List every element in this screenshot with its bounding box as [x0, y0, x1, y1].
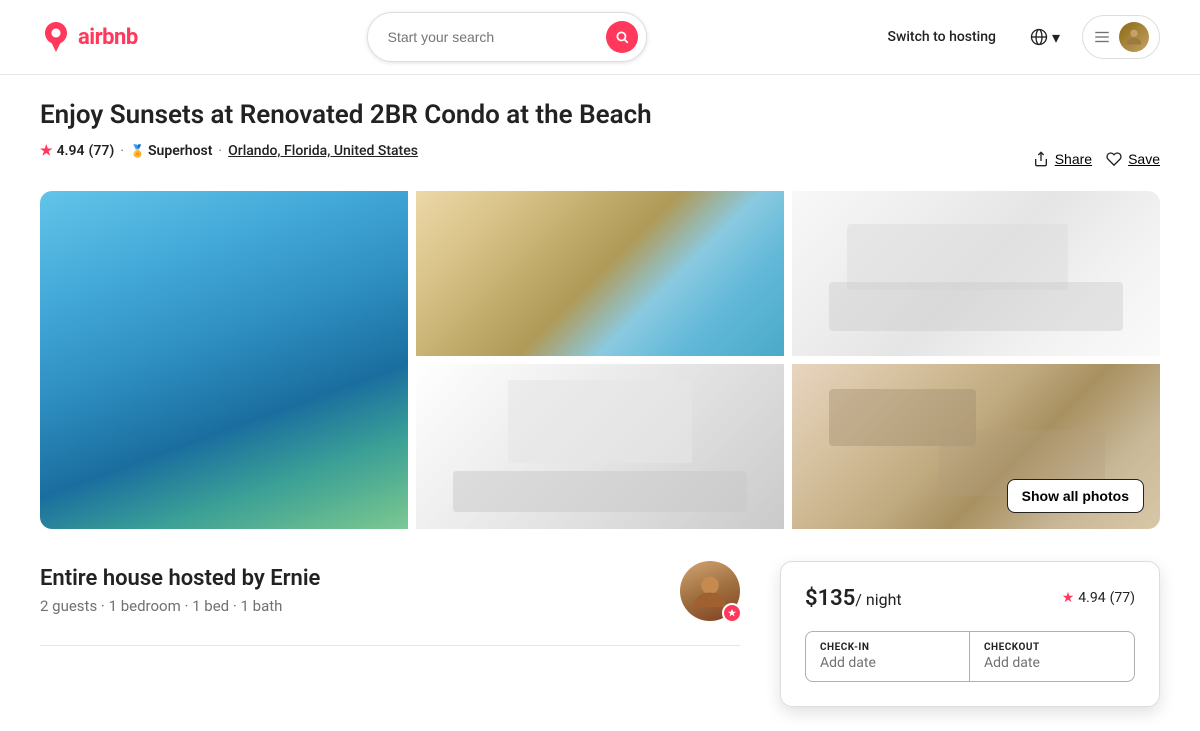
bedrooms-count: 1 bedroom — [109, 597, 181, 615]
logo[interactable]: airbnb — [40, 21, 138, 53]
detail-separator-3: · — [233, 597, 241, 615]
search-icon — [615, 30, 629, 44]
dot-separator-2: · — [218, 143, 222, 159]
beds-count: 1 bed — [192, 597, 229, 615]
host-text: Entire house hosted by Ernie 2 guests · … — [40, 566, 320, 615]
host-info: Entire house hosted by Ernie 2 guests · … — [40, 561, 740, 646]
user-menu-button[interactable] — [1082, 15, 1160, 59]
rating-value: 4.94 — [57, 143, 85, 159]
photo-top-middle[interactable] — [416, 191, 784, 356]
baths-count: 1 bath — [241, 597, 283, 615]
checkin-label: CHECK-IN — [820, 642, 955, 653]
checkout-input[interactable]: CHECKOUT Add date — [970, 632, 1134, 681]
listing-meta: ★ 4.94 (77) · 🏅 Superhost · Orlando, Flo… — [40, 143, 418, 159]
switch-hosting-button[interactable]: Switch to hosting — [875, 21, 1007, 53]
host-superhost-badge — [722, 603, 742, 623]
checkout-label: CHECKOUT — [984, 642, 1120, 653]
save-label: Save — [1128, 151, 1160, 167]
price-amount: $135/ night — [805, 586, 902, 611]
price-star-icon: ★ — [1062, 590, 1075, 606]
host-avatar-wrapper — [680, 561, 740, 621]
save-button[interactable]: Save — [1106, 151, 1160, 167]
per-night-label: / night — [855, 590, 901, 609]
lower-section: Entire house hosted by Ernie 2 guests · … — [40, 561, 1160, 707]
avatar — [1119, 22, 1149, 52]
share-button[interactable]: Share — [1033, 151, 1092, 167]
review-count: (77) — [89, 143, 115, 159]
star-icon: ★ — [40, 143, 53, 159]
search-bar[interactable] — [367, 12, 647, 62]
language-button[interactable]: ▾ — [1022, 20, 1068, 55]
date-inputs: CHECK-IN Add date CHECKOUT Add date — [805, 631, 1135, 682]
photo-grid: Show all photos — [40, 191, 1160, 529]
photo-top-right[interactable] — [792, 191, 1160, 356]
price-value: $135 — [805, 586, 855, 611]
main-content: Enjoy Sunsets at Renovated 2BR Condo at … — [0, 75, 1200, 731]
checkin-value: Add date — [820, 655, 955, 671]
detail-separator-2: · — [184, 597, 192, 615]
logo-text: airbnb — [78, 25, 138, 50]
detail-separator-1: · — [101, 597, 109, 615]
price-review-count: (77) — [1110, 590, 1135, 606]
price-info: $135/ night — [805, 586, 902, 611]
heart-icon — [1106, 151, 1122, 167]
dot-separator-1: · — [120, 143, 124, 159]
chevron-down-icon: ▾ — [1052, 28, 1060, 47]
photo-bottom-middle[interactable] — [416, 364, 784, 529]
host-details: 2 guests · 1 bedroom · 1 bed · 1 bath — [40, 597, 320, 615]
meta-actions-row: ★ 4.94 (77) · 🏅 Superhost · Orlando, Flo… — [40, 143, 1160, 175]
airbnb-logo-icon — [40, 21, 72, 53]
host-title: Entire house hosted by Ernie — [40, 566, 320, 591]
header-right: Switch to hosting ▾ — [875, 15, 1160, 59]
photo-bottom-right[interactable]: Show all photos — [792, 364, 1160, 529]
guests-count: 2 guests — [40, 597, 97, 615]
share-label: Share — [1055, 151, 1092, 167]
superhost-badge: 🏅 Superhost — [130, 143, 212, 159]
listing-actions: Share Save — [1033, 151, 1160, 167]
search-input[interactable] — [388, 29, 596, 45]
rating: ★ 4.94 (77) — [40, 143, 114, 159]
superhost-icon: 🏅 — [130, 144, 145, 158]
medal-icon — [727, 608, 737, 618]
host-photo-icon — [690, 571, 730, 611]
pricing-card: $135/ night ★ 4.94 (77) CHECK-IN Add dat… — [780, 561, 1160, 707]
host-row: Entire house hosted by Ernie 2 guests · … — [40, 561, 740, 621]
photo-main[interactable] — [40, 191, 408, 529]
user-avatar-icon — [1123, 26, 1145, 48]
price-rating: ★ 4.94 (77) — [1062, 590, 1135, 606]
price-row: $135/ night ★ 4.94 (77) — [805, 586, 1135, 611]
location-link[interactable]: Orlando, Florida, United States — [228, 143, 418, 159]
header: airbnb Switch to hosting ▾ — [0, 0, 1200, 75]
globe-icon — [1030, 28, 1048, 46]
show-all-photos-button[interactable]: Show all photos — [1007, 479, 1144, 513]
price-rating-value: 4.94 — [1078, 590, 1105, 606]
superhost-label: Superhost — [148, 143, 212, 159]
search-button[interactable] — [606, 21, 638, 53]
share-icon — [1033, 151, 1049, 167]
checkin-input[interactable]: CHECK-IN Add date — [806, 632, 970, 681]
hamburger-icon — [1093, 28, 1111, 46]
checkout-value: Add date — [984, 655, 1120, 671]
listing-title: Enjoy Sunsets at Renovated 2BR Condo at … — [40, 99, 1160, 133]
